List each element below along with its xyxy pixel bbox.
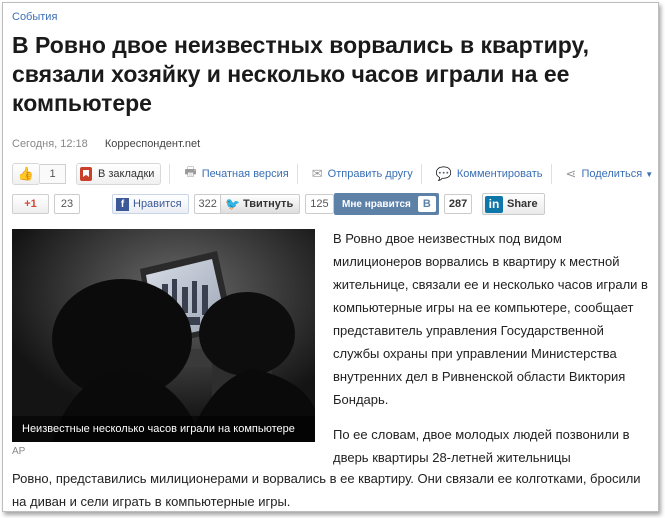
linkedin-icon: in bbox=[485, 195, 503, 213]
photo-caption: Неизвестные несколько часов играли на ко… bbox=[12, 416, 315, 442]
twitter-widget: 🐦 Твитнуть 125 bbox=[220, 193, 334, 215]
article-photo: Неизвестные несколько часов играли на ко… bbox=[12, 229, 315, 442]
envelope-icon: ✉ bbox=[311, 166, 323, 181]
tweet-button[interactable]: 🐦 Твитнуть bbox=[220, 194, 301, 214]
like-count: 1 bbox=[40, 164, 66, 184]
like-button[interactable]: 👍 bbox=[12, 163, 40, 185]
divider bbox=[296, 164, 298, 184]
article-body-column: В Ровно двое неизвестных под видом милиц… bbox=[333, 227, 653, 481]
gplus-button[interactable]: +1 bbox=[12, 194, 49, 214]
facebook-count: 322 bbox=[193, 194, 222, 214]
vk-logo-icon: В bbox=[417, 196, 436, 212]
facebook-like-button[interactable]: f Нравится bbox=[112, 194, 189, 214]
bookmark-icon bbox=[80, 167, 92, 181]
paragraph-2-start: По ее словам, двое молодых людей позвони… bbox=[333, 427, 630, 465]
linkedin-widget: in Share bbox=[482, 193, 545, 215]
linkedin-label: Share bbox=[507, 198, 538, 210]
share-label: Поделиться bbox=[581, 168, 643, 180]
category-link[interactable]: События bbox=[12, 11, 57, 23]
paragraph-1: В Ровно двое неизвестных под видом милиц… bbox=[333, 231, 648, 407]
tweet-count: 125 bbox=[305, 194, 334, 214]
send-to-friend-link[interactable]: ✉ Отправить другу bbox=[312, 163, 413, 185]
bookmark-label: В закладки bbox=[98, 168, 155, 180]
vk-widget: Мне нравится В 287 bbox=[334, 193, 473, 215]
facebook-widget: f Нравится 322 bbox=[112, 193, 222, 215]
tweet-label: Твитнуть bbox=[242, 198, 294, 210]
speech-bubble-icon: 💬 bbox=[435, 166, 452, 181]
article-meta: Сегодня, 12:18 Корреспондент.net bbox=[12, 138, 200, 150]
send-label: Отправить другу bbox=[327, 168, 413, 180]
gplus-count: 23 bbox=[54, 194, 80, 214]
share-dropdown[interactable]: ⋖ Поделиться ▼ bbox=[566, 163, 654, 185]
social-buttons: +1 23 f Нравится 322 🐦 Твитнуть 125 Мне … bbox=[12, 193, 652, 217]
linkedin-share-button[interactable]: in Share bbox=[482, 193, 545, 215]
share-icon: ⋖ bbox=[565, 166, 577, 181]
print-link[interactable]: 🖶 Печатная версия bbox=[184, 163, 288, 185]
facebook-label: Нравится bbox=[133, 198, 182, 210]
article-frame: События В Ровно двое неизвестных ворвали… bbox=[2, 2, 659, 512]
comment-link[interactable]: 💬 Комментировать bbox=[436, 163, 543, 185]
article-title: В Ровно двое неизвестных ворвались в ква… bbox=[12, 32, 589, 116]
photo-credit: AP bbox=[12, 446, 26, 457]
facebook-icon: f bbox=[116, 197, 129, 211]
photo-image bbox=[12, 229, 315, 442]
bookmark-button[interactable]: В закладки bbox=[76, 163, 162, 185]
paragraph-2-end: Ровно, представились милиционерами и вор… bbox=[12, 471, 641, 509]
twitter-bird-icon: 🐦 bbox=[225, 197, 240, 211]
divider bbox=[550, 164, 552, 184]
source-name: Корреспондент.net bbox=[104, 138, 201, 150]
publish-time: Сегодня, 12:18 bbox=[12, 138, 88, 150]
gplus-label: +1 bbox=[24, 198, 37, 210]
chevron-down-icon: ▼ bbox=[645, 169, 654, 179]
vk-label: Мне нравится bbox=[342, 198, 411, 210]
vk-count: 287 bbox=[443, 194, 473, 214]
vk-like-button[interactable]: Мне нравится В bbox=[334, 193, 439, 215]
divider bbox=[169, 164, 171, 184]
print-label: Печатная версия bbox=[201, 168, 289, 180]
article-toolbar: 👍 1 В закладки 🖶 Печатная версия ✉ Отпра… bbox=[12, 161, 653, 187]
divider bbox=[420, 164, 422, 184]
comment-label: Комментировать bbox=[456, 168, 543, 180]
printer-icon: 🖶 bbox=[184, 164, 197, 179]
gplus-widget: +1 23 bbox=[12, 193, 80, 215]
thumbs-up-icon: 👍 bbox=[17, 166, 35, 181]
